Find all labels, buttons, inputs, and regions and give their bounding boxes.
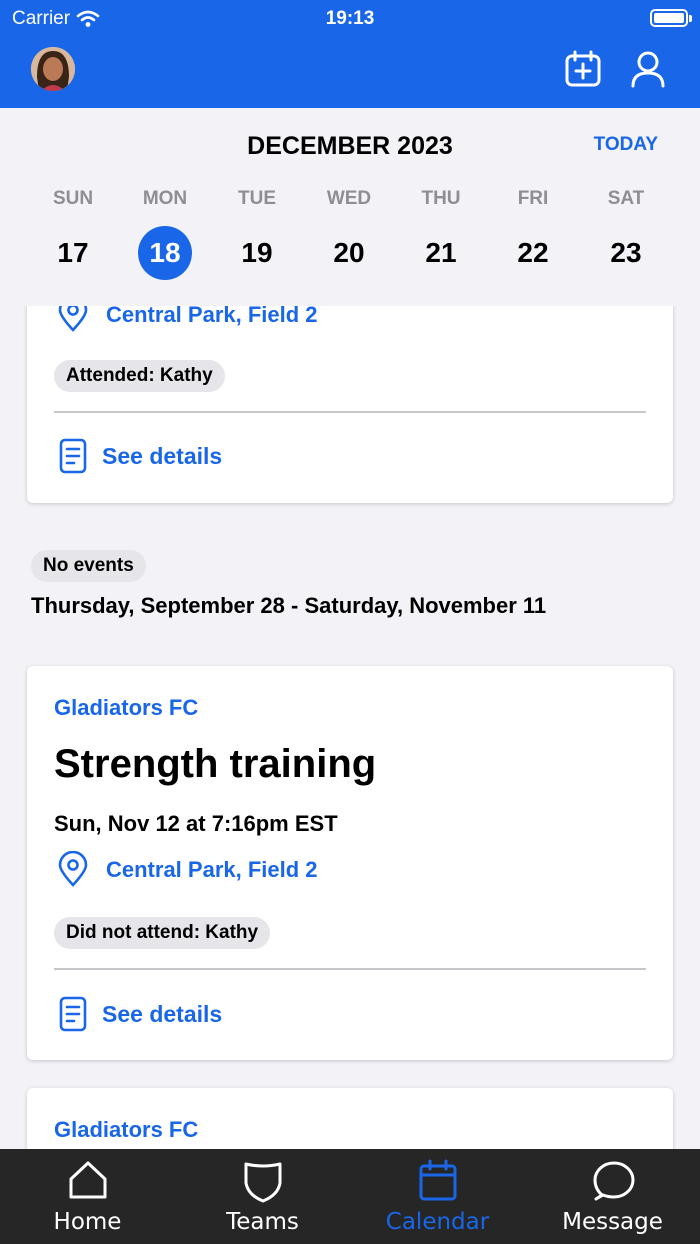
document-icon [59,438,87,474]
shield-icon [244,1162,282,1203]
divider [54,411,646,413]
today-button[interactable]: TODAY [594,134,658,156]
location-label: Central Park, Field 2 [106,306,318,327]
status-bar: Carrier 19:13 [0,0,700,38]
see-details-label: See details [102,1000,223,1027]
message-icon [593,1161,635,1201]
event-location[interactable]: Central Park, Field 2 [54,851,318,889]
day-18-selected[interactable]: 18 [138,226,192,280]
tab-message-label: Message [562,1209,663,1235]
tab-teams[interactable]: Teams [175,1149,350,1244]
location-label: Central Park, Field 2 [106,857,318,882]
tab-home-label: Home [53,1209,122,1235]
no-events-badge: No events [31,550,146,582]
event-title: Strength training [54,742,377,786]
tab-calendar[interactable]: Calendar [350,1149,525,1244]
divider [54,968,646,970]
date-range-label: Thursday, September 28 - Saturday, Novem… [31,593,547,618]
calendar-icon [419,1159,457,1201]
location-pin-icon [58,306,88,332]
weekday-label: TUE [238,188,276,209]
battery-icon [650,9,692,27]
user-avatar[interactable] [31,47,75,91]
tab-home[interactable]: Home [0,1149,175,1244]
day-19[interactable]: 19 [230,226,284,280]
attendance-badge: Attended: Kathy [54,360,225,392]
tab-bar: Home Teams Calendar Message [0,1149,700,1244]
tab-calendar-label: Calendar [385,1209,490,1235]
weekday-label: SUN [52,188,94,209]
document-icon [59,996,87,1032]
weekday-label: MON [142,188,188,209]
event-card[interactable]: Gladiators FC [27,1088,673,1149]
day-21[interactable]: 21 [414,226,468,280]
events-list[interactable]: Central Park, Field 2 Attended: Kathy Se… [0,306,700,1149]
event-location[interactable]: Central Park, Field 2 [54,306,318,334]
week-calendar: DECEMBER 2023 TODAY SUN MON TUE WED THU … [0,108,700,306]
day-23[interactable]: 23 [599,226,653,280]
day-22[interactable]: 22 [506,226,560,280]
weekday-label: THU [421,188,461,209]
weekday-label: SAT [607,188,645,209]
event-team[interactable]: Gladiators FC [54,695,198,721]
tab-teams-label: Teams [226,1209,299,1235]
status-time: 19:13 [325,8,375,29]
event-card[interactable]: Central Park, Field 2 Attended: Kathy Se… [27,306,673,503]
see-details-label: See details [102,442,223,469]
app-header: Carrier 19:13 [0,0,700,108]
weekday-label: FRI [517,188,549,209]
home-icon [69,1161,107,1199]
see-details-button[interactable]: See details [58,996,222,1032]
weekday-label: WED [326,188,372,209]
event-team[interactable]: Gladiators FC [54,1117,198,1143]
profile-icon[interactable] [630,50,666,88]
see-details-button[interactable]: See details [58,438,222,474]
event-card-strength-training[interactable]: Gladiators FC Strength training Sun, Nov… [27,666,673,1060]
event-datetime: Sun, Nov 12 at 7:16pm EST [54,811,338,836]
day-17[interactable]: 17 [46,226,100,280]
attendance-badge: Did not attend: Kathy [54,917,271,949]
day-20[interactable]: 20 [322,226,376,280]
tab-message[interactable]: Message [525,1149,700,1244]
calendar-add-icon[interactable] [565,50,601,88]
location-pin-icon [58,851,88,887]
